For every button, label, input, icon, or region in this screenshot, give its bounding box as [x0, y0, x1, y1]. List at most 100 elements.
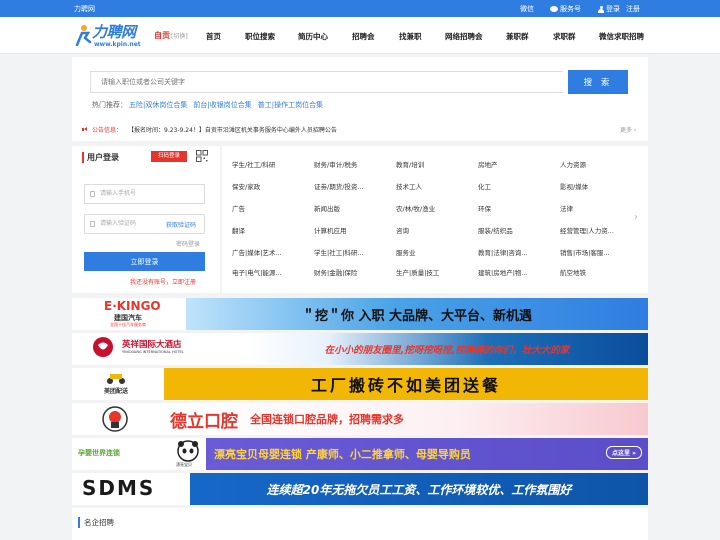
category-link[interactable]: 计算机应用 — [314, 225, 347, 235]
category-link[interactable]: 学生/社工/科研 — [232, 159, 275, 169]
banner-meituan[interactable]: 美团配送 工厂搬砖不如美团送餐 — [72, 368, 648, 400]
category-link[interactable]: 生产|质量|技工 — [396, 267, 439, 277]
banner-ekingo[interactable]: E·KINGO 建国汽车 全国十佳汽车服务商 ＂挖＂你 入职 大品牌、大平台、新… — [72, 298, 648, 330]
current-city: 自贡 — [154, 31, 170, 40]
city-switch-link[interactable]: [切换] — [171, 31, 188, 40]
category-link[interactable]: 销售|市场|客服... — [560, 247, 610, 257]
banner-slogan: 漂亮宝贝母婴连锁 产康师、小二推拿师、母婴导购员 — [214, 448, 471, 461]
banner-cta-button[interactable]: 点这里 » — [606, 446, 642, 459]
hotel-logo-icon — [93, 337, 113, 357]
scan-login-button[interactable]: 扫码登录 — [151, 151, 187, 162]
login-link[interactable]: 登录 — [598, 4, 620, 14]
logo-figure-icon — [75, 25, 92, 46]
banner-sdms[interactable]: SDMS 连续超20年无拖欠员工工资、工作环境较优、工作氛围好 — [72, 473, 648, 505]
banner-slogan: 全国连锁口腔品牌，招聘需求多 — [250, 413, 404, 426]
category-link[interactable]: 学生|社工|科研... — [314, 247, 364, 257]
category-link[interactable]: 保安/家政 — [232, 181, 260, 191]
hot-item[interactable]: 普工|操作工岗位合集 — [258, 101, 323, 109]
chevron-right-icon[interactable]: › — [634, 212, 638, 223]
nav-job-fair[interactable]: 招聘会 — [352, 31, 375, 42]
category-link[interactable]: 教育|法律|咨询... — [478, 247, 528, 257]
hot-recommendations: 热门推荐： 五险|双休岗位合集 前台|收银岗位合集 普工|操作工岗位合集 — [92, 101, 324, 109]
search-input[interactable] — [90, 71, 563, 93]
header: 力聘网 www.kpin.net 自贡 [切换] 首页 职位搜索 简历中心 招聘… — [0, 17, 720, 54]
nav-online-fair[interactable]: 网络招聘会 — [445, 31, 483, 42]
notice-bar: 公告信息： 【报名时间：9.23-9.24！】自贡市沿滩区机关事务服务中心编外人… — [82, 125, 337, 134]
phone-icon — [90, 191, 95, 197]
notice-label: 公告信息： — [92, 127, 123, 134]
category-link[interactable]: 农/林/牧/渔业 — [396, 203, 435, 213]
scooter-icon — [107, 374, 125, 384]
hot-item[interactable]: 前台|收银岗位合集 — [193, 101, 251, 109]
brand-name: 英祥国际大酒店 — [122, 340, 182, 350]
category-link[interactable]: 证劵/期货/投资... — [314, 181, 364, 191]
user-icon — [598, 5, 604, 13]
brand-subname: YINGXIANG INTERNATIONAL HOTEL — [122, 350, 184, 354]
banner-slogan: 工厂搬砖不如美团送餐 — [310, 376, 501, 395]
nav-part-time-group[interactable]: 兼职群 — [506, 31, 529, 42]
brand-name: 美团配送 — [104, 388, 129, 395]
category-link[interactable]: 航空地铁 — [560, 267, 586, 277]
site-logo[interactable]: 力聘网 www.kpin.net — [74, 21, 150, 51]
nav-job-seeker-group[interactable]: 求职群 — [553, 31, 576, 42]
login-button[interactable]: 立即登录 — [84, 252, 205, 271]
category-link[interactable]: 技术工人 — [396, 181, 422, 191]
category-link[interactable]: 化工 — [478, 181, 491, 191]
brand-name: E·KINGO — [104, 299, 161, 313]
category-link[interactable]: 电子|电气|能源... — [232, 267, 282, 277]
notice-more-link[interactable]: 更多 › — [620, 125, 636, 134]
register-link-top[interactable]: 注册 — [626, 4, 640, 14]
login-panel: 用户登录 扫码登录 请输入手机号 请输入验证码 获取验证码 密码登录 立即登录 … — [72, 146, 220, 293]
brand-name: SDMS — [82, 476, 156, 500]
famous-companies-section: 名企招聘 — [72, 508, 648, 540]
service-account-link[interactable]: 服务号 — [550, 4, 581, 14]
logo-url: www.kpin.net — [94, 41, 141, 48]
nav-resume-center[interactable]: 简历中心 — [298, 31, 328, 42]
wechat-link[interactable]: 微信 — [520, 4, 534, 14]
category-link[interactable]: 财务|金融|保险 — [314, 267, 357, 277]
category-link[interactable]: 翻译 — [232, 225, 245, 235]
category-link[interactable]: 咨询 — [396, 225, 409, 235]
category-link[interactable]: 法律 — [560, 203, 573, 213]
banner-slogan: 连续超20年无拖欠员工工资、工作环境较优、工作氛围好 — [266, 482, 572, 497]
banner-maternal-baby[interactable]: 孕婴世界连锁 漂亮宝贝 漂亮宝贝母婴连锁 产康师、小二推拿师、母婴导购员 点这里… — [72, 438, 648, 470]
top-bar: 力聘网 微信 服务号 登录 注册 — [0, 0, 720, 17]
lock-icon — [90, 221, 95, 227]
nav-wechat-jobs[interactable]: 微信求职招聘 — [599, 31, 644, 42]
banner-slogan: 在小小的朋友圈里,挖呀挖呀挖,挖棒棒的你们，壮大大的家 — [324, 345, 570, 356]
site-name: 力聘网 — [74, 5, 95, 13]
login-title: 用户登录 — [82, 152, 119, 163]
category-link[interactable]: 人力资源 — [560, 159, 586, 169]
category-link[interactable]: 服装/纺织品 — [478, 225, 513, 235]
category-link[interactable]: 服务业 — [396, 247, 416, 257]
notice-text[interactable]: 【报名时间：9.23-9.24！】自贡市沿滩区机关事务服务中心编外人员招聘公告 — [128, 125, 337, 134]
wechat-icon — [550, 6, 558, 12]
brand-name: 孕婴世界连锁 — [78, 449, 120, 457]
category-link[interactable]: 房地产 — [478, 159, 498, 169]
register-link[interactable]: 我还没有账号，立即注册 — [130, 277, 196, 286]
category-link[interactable]: 财务/审计/税务 — [314, 159, 357, 169]
category-link[interactable]: 广告 — [232, 203, 245, 213]
category-link[interactable]: 建筑|房地产|物... — [478, 267, 528, 277]
nav-part-time[interactable]: 找兼职 — [399, 31, 422, 42]
phone-field[interactable]: 请输入手机号 — [84, 184, 205, 204]
banner-deli-dental[interactable]: 德立口腔 全国连锁口腔品牌，招聘需求多 — [72, 403, 648, 435]
search-button[interactable]: 搜 索 — [568, 70, 628, 94]
panda-logo-icon — [177, 440, 199, 462]
qr-code-icon[interactable] — [196, 150, 208, 162]
category-link[interactable]: 教育/培训 — [396, 159, 424, 169]
category-link[interactable]: 环保 — [478, 203, 491, 213]
banner-yingxiang-hotel[interactable]: 英祥国际大酒店 YINGXIANG INTERNATIONAL HOTEL 在小… — [72, 333, 648, 365]
nav-home[interactable]: 首页 — [206, 31, 221, 42]
hot-item[interactable]: 五险|双休岗位合集 — [129, 101, 187, 109]
get-code-button[interactable]: 获取验证码 — [166, 220, 196, 229]
category-link[interactable]: 广告|媒体|艺术... — [232, 247, 282, 257]
nav-job-search[interactable]: 职位搜索 — [245, 31, 275, 42]
search-panel: 搜 索 热门推荐：五险|双休岗位合集前台|收银岗位合集普工|操作工岗位合集 公告… — [72, 57, 648, 141]
category-link[interactable]: 新闻出版 — [314, 203, 340, 213]
password-login-link[interactable]: 密码登录 — [176, 239, 200, 248]
category-link[interactable]: 影视/媒体 — [560, 181, 588, 191]
category-link[interactable]: 经营管理|人力资... — [560, 225, 614, 235]
speaker-icon — [82, 127, 88, 132]
brand-tagline: 全国十佳汽车服务商 — [110, 322, 146, 327]
